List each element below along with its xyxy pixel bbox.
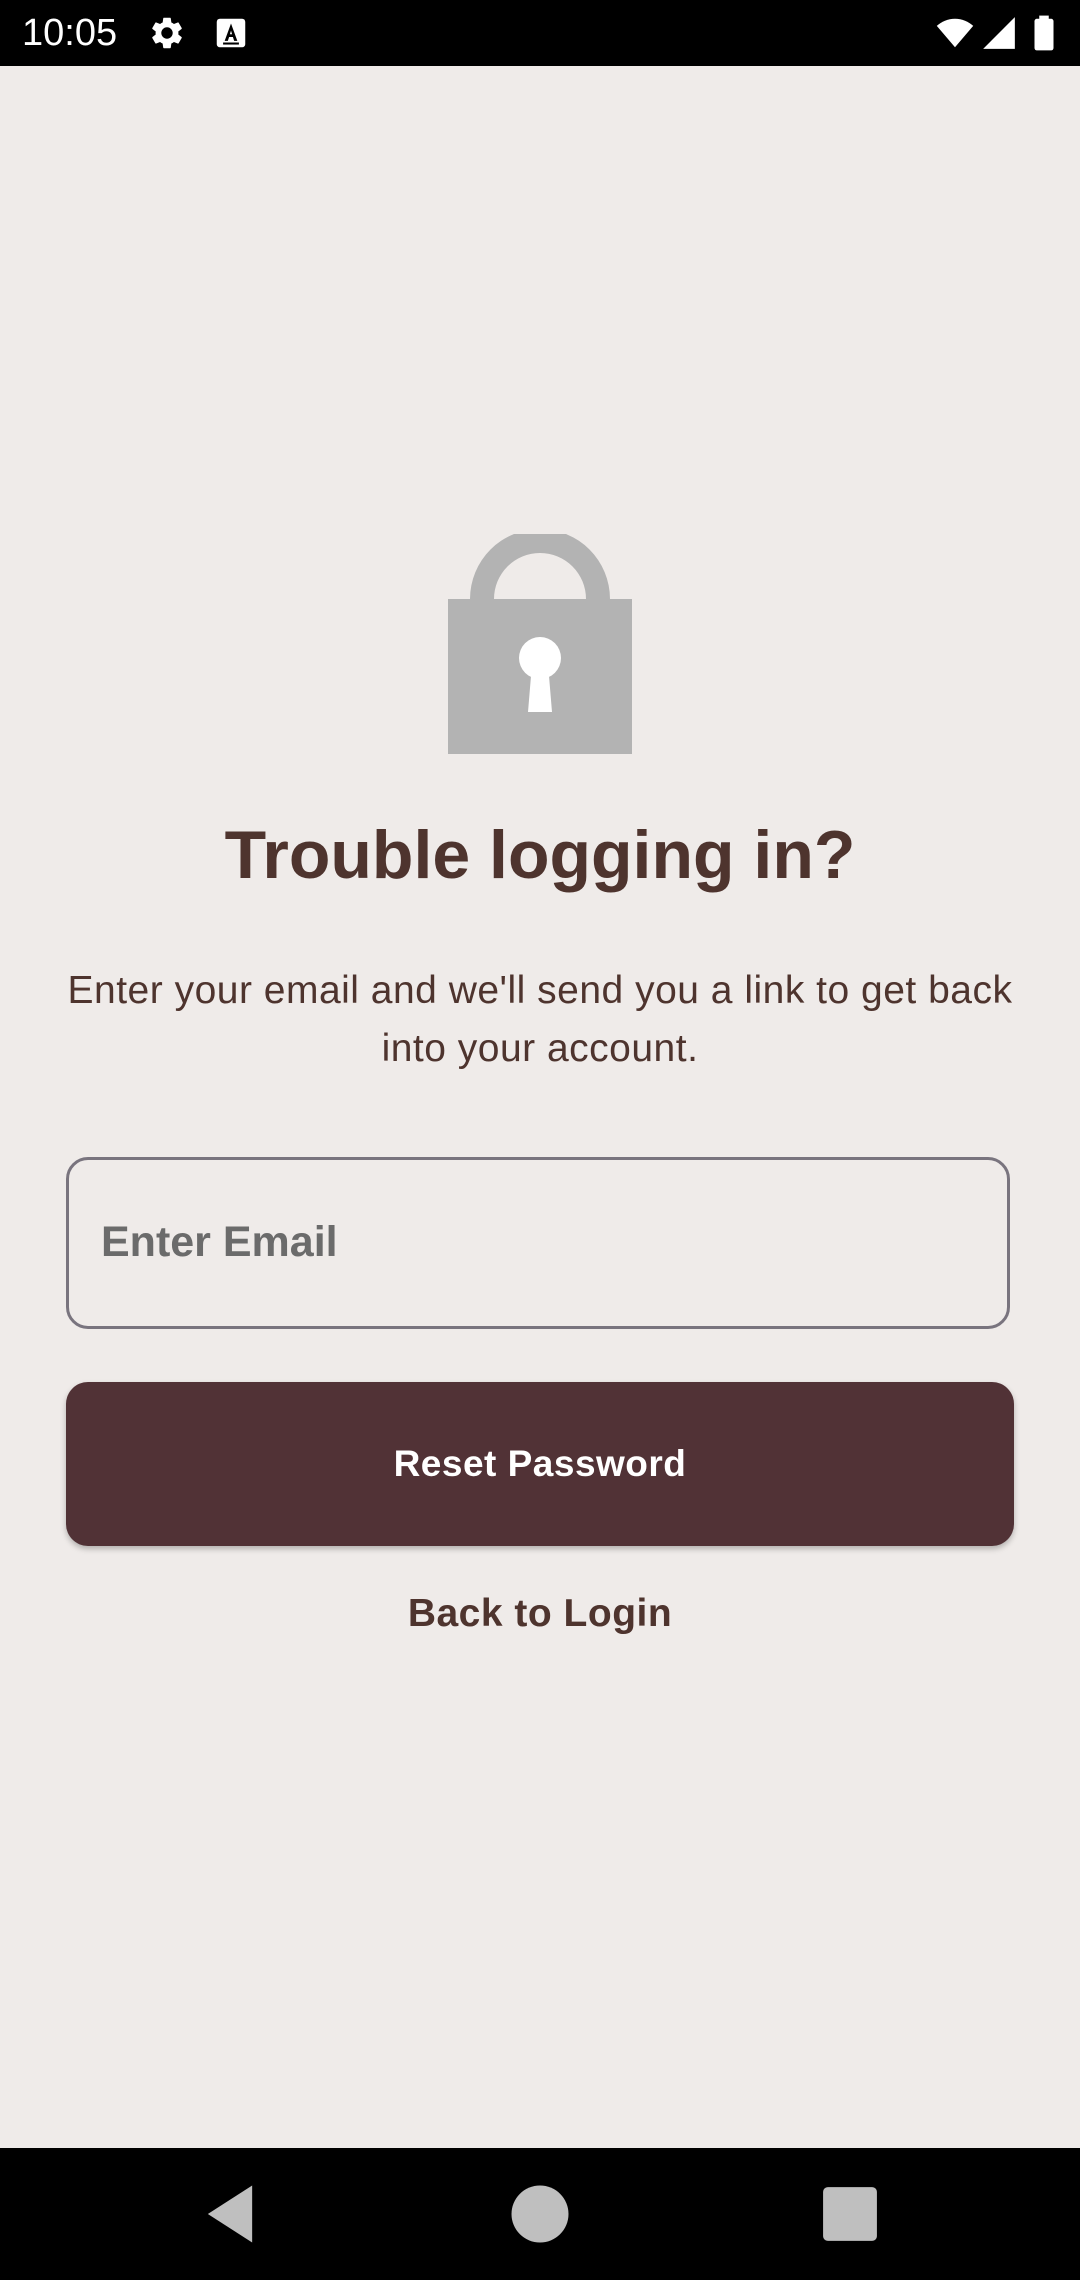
battery-icon [1034, 15, 1054, 51]
reset-password-label: Reset Password [393, 1443, 687, 1484]
navigation-bar [0, 2148, 1080, 2280]
signal-icon [983, 17, 1015, 49]
email-field[interactable]: Enter Email [66, 1157, 1010, 1329]
wifi-icon [936, 18, 974, 48]
home-icon[interactable] [502, 2176, 578, 2252]
gear-icon [152, 17, 182, 49]
reset-password-button[interactable]: Reset Password [66, 1382, 1014, 1546]
back-icon[interactable] [192, 2176, 268, 2252]
lock-icon [448, 534, 632, 754]
page-title: Trouble logging in? [224, 817, 856, 893]
email-placeholder: Enter Email [101, 1218, 338, 1266]
keyboard-a-icon [216, 18, 246, 48]
forgot-password-screen [0, 66, 1080, 2148]
status-bar: 10:05 [0, 0, 1080, 66]
instruction-text: Enter your email and we'll send you a li… [67, 969, 1013, 1070]
back-to-login-link[interactable]: Back to Login [0, 1586, 1080, 1642]
recents-icon[interactable] [812, 2176, 888, 2252]
status-time: 10:05 [22, 12, 118, 54]
